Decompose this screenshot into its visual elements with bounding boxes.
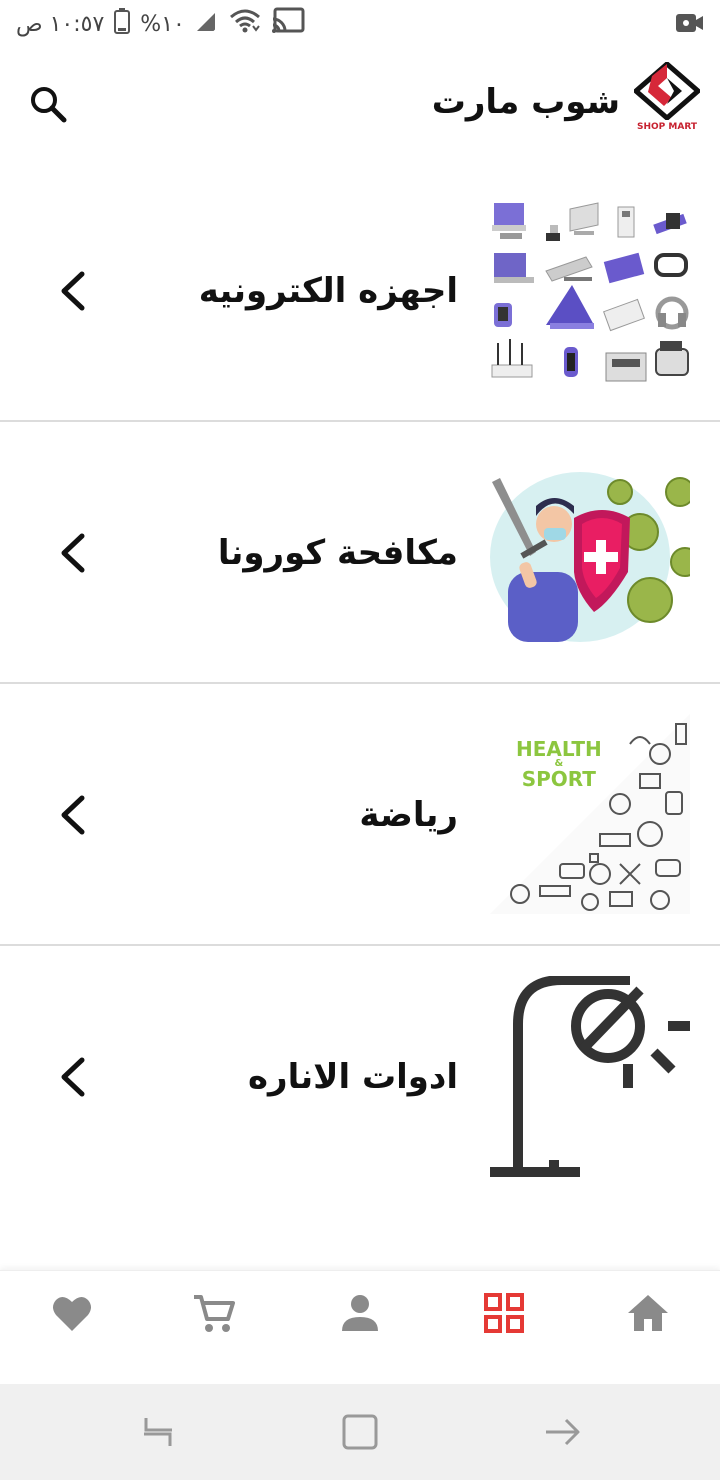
chevron-left-icon [52, 528, 96, 578]
nav-profile[interactable] [330, 1289, 390, 1337]
category-item-electronics[interactable]: اجهزه الكترونيه [0, 160, 720, 422]
health-sport-illustration: HEALTH & SPORT [490, 714, 690, 914]
category-item-lighting[interactable]: ادوات الاناره [0, 946, 720, 1208]
recent-apps-icon [144, 1418, 172, 1446]
category-item-sport[interactable]: HEALTH & SPORT رياضة [0, 684, 720, 946]
person-icon [342, 1295, 378, 1331]
battery-percent: ١٠% [140, 11, 185, 37]
video-recording-icon [674, 10, 704, 40]
square-icon [342, 1414, 378, 1450]
back-system-button[interactable] [540, 1412, 584, 1452]
logo-text: SHOP MART [637, 122, 697, 132]
back-arrow-icon [546, 1418, 580, 1446]
nav-categories[interactable] [474, 1289, 534, 1337]
signal-icon [195, 9, 220, 39]
category-label: ادوات الاناره [247, 1057, 458, 1097]
electronics-devices-image [490, 195, 690, 387]
anti-corona-illustration [490, 462, 700, 642]
bottom-navigation [0, 1270, 720, 1384]
cast-icon [271, 7, 305, 41]
app-bar: شوب مارت SHOP MART [0, 50, 720, 160]
battery-icon [114, 8, 131, 40]
nav-cart[interactable] [184, 1289, 244, 1337]
recent-apps-button[interactable] [136, 1412, 180, 1452]
chevron-left-icon [52, 790, 96, 840]
nav-favorites[interactable] [42, 1289, 102, 1337]
cart-icon [194, 1295, 235, 1332]
status-icons: ١٠:٥٧ ص ١٠% [16, 7, 305, 41]
nav-home[interactable] [618, 1289, 678, 1337]
category-label: اجهزه الكترونيه [198, 271, 458, 311]
category-list: اجهزه الكترونيه مكافحة كورونا HEALTH & S… [0, 160, 720, 1208]
sport-image-title: HEALTH & SPORT [516, 737, 602, 791]
category-label: رياضة [359, 795, 458, 835]
wifi-icon [229, 8, 261, 40]
grid-icon [484, 1293, 524, 1333]
shopmart-logo: SHOP MART [634, 62, 700, 142]
status-bar: ١٠:٥٧ ص ١٠% [0, 0, 720, 50]
search-icon [31, 87, 67, 123]
category-item-anti-corona[interactable]: مكافحة كورونا [0, 422, 720, 684]
system-navigation-bar [0, 1384, 720, 1480]
chevron-left-icon [52, 1052, 96, 1102]
page-title: شوب مارت [431, 82, 620, 122]
search-button[interactable] [24, 80, 72, 128]
street-lamp-icon [490, 975, 690, 1180]
home-icon [628, 1295, 668, 1331]
heart-icon [53, 1296, 91, 1331]
home-system-button[interactable] [338, 1412, 382, 1452]
chevron-left-icon [52, 266, 96, 316]
status-time: ١٠:٥٧ ص [16, 11, 105, 37]
brand: شوب مارت SHOP MART [432, 62, 700, 142]
category-label: مكافحة كورونا [217, 533, 458, 573]
